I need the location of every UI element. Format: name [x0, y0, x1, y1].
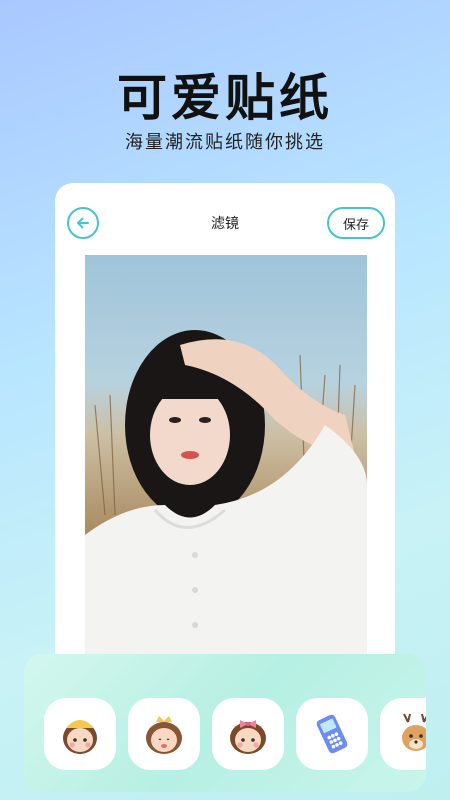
edit-photo[interactable]	[85, 255, 367, 655]
save-button[interactable]: 保存	[327, 207, 385, 239]
phone-sticker-icon	[316, 714, 348, 754]
deer-sticker-icon	[402, 713, 426, 751]
sticker-item[interactable]	[296, 698, 368, 770]
girl-crown-sticker-icon	[146, 716, 182, 754]
sticker-panel	[24, 654, 426, 792]
girl-yellow-hat-sticker-icon	[63, 720, 97, 754]
sticker-item[interactable]	[44, 698, 116, 770]
girl-pink-bow-sticker-icon	[230, 720, 266, 754]
headline: 可爱贴纸	[117, 69, 333, 127]
sticker-item[interactable]	[380, 698, 426, 770]
sticker-item[interactable]	[212, 698, 284, 770]
subheadline: 海量潮流贴纸随你挑选	[125, 132, 325, 153]
sticker-item[interactable]	[128, 698, 200, 770]
